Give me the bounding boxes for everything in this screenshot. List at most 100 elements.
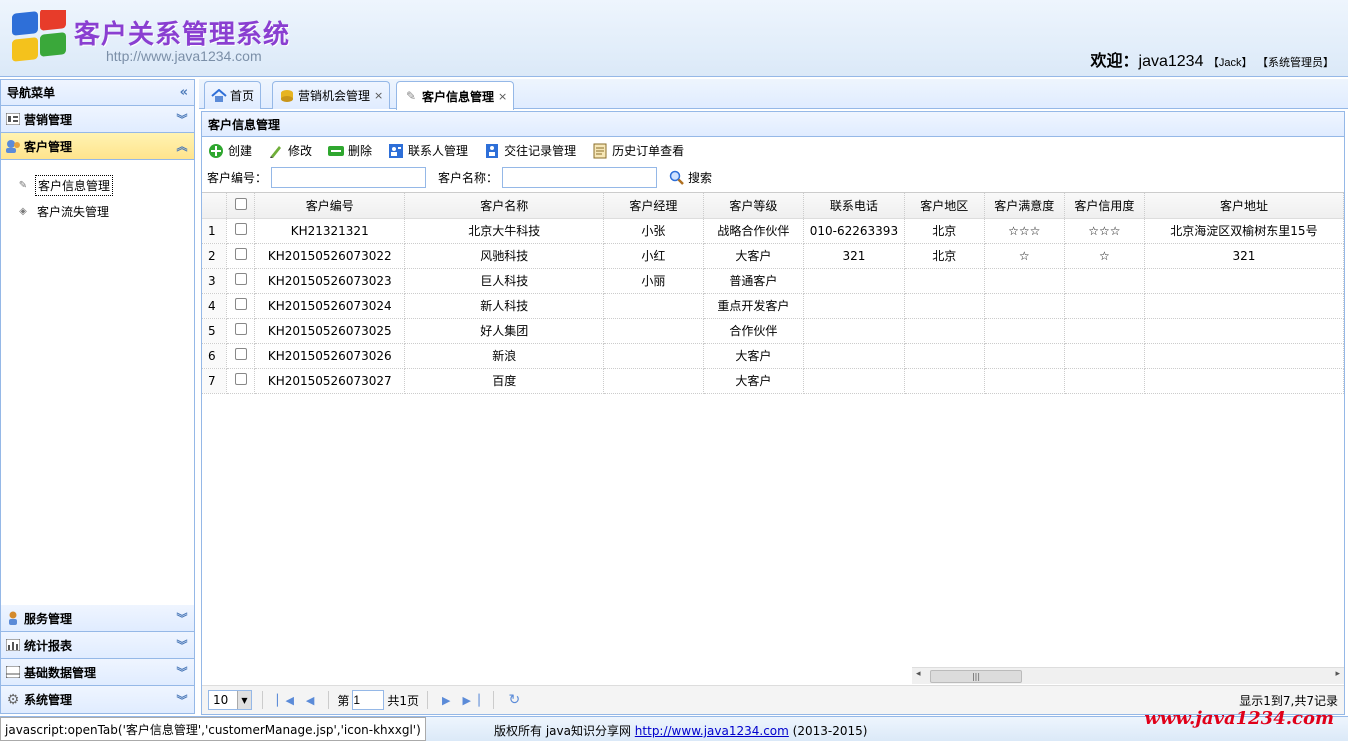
nav-item-marketing[interactable]: 营销管理 ︾ [1,106,194,133]
table-cell: KH20150526073024 [254,293,406,319]
row-checkbox[interactable] [226,343,255,369]
table-cell [803,318,905,344]
close-tab-icon[interactable]: × [498,90,507,103]
divider [328,691,330,709]
tab-marketing-opportunity[interactable]: 营销机会管理 × [272,81,391,109]
collapse-icon[interactable]: ︽ [174,138,190,154]
column-header[interactable]: 客户地区 [904,193,985,219]
table-cell: 战略合作伙伴 [703,218,805,244]
column-header[interactable]: 联系电话 [803,193,905,219]
column-header[interactable]: 客户等级 [703,193,805,219]
expand-icon[interactable]: ︾ [174,664,190,680]
select-all-checkbox[interactable] [226,193,255,219]
refresh-icon[interactable]: ↻ [508,692,520,708]
contacts-button[interactable]: 联系人管理 [388,142,468,159]
nav-item-customer[interactable]: 客户管理 ︽ [1,133,194,160]
tab-customer-info[interactable]: ✎ 客户信息管理 × [396,81,515,110]
column-header[interactable]: 客户满意度 [984,193,1065,219]
table-row[interactable]: 4 KH20150526073024 新人科技 重点开发客户 [202,293,1344,319]
nav-item-basedata[interactable]: 基础数据管理 ︾ [1,659,194,686]
table-cell: 010-62263393 [803,218,905,244]
row-checkbox[interactable] [226,368,255,394]
row-checkbox[interactable] [226,318,255,344]
row-checkbox[interactable] [226,293,255,319]
customer-name-label: 客户名称： [438,170,499,185]
table-row[interactable]: 2 KH20150526073022 风驰科技 小红 大客户 321 北京 ☆ ☆ 321 [202,243,1344,269]
row-number: 7 [202,368,228,394]
divider [262,691,263,709]
table-cell: ☆☆☆ [1064,218,1145,244]
row-number: 5 [202,318,228,344]
scroll-right-icon[interactable]: ▸ [1335,669,1340,679]
table-row[interactable]: 6 KH20150526073026 新浪 大客户 [202,343,1344,369]
table-row[interactable]: 3 KH20150526073023 巨人科技 小丽 普通客户 [202,268,1344,294]
horizontal-scrollbar[interactable]: ◂ ||| ▸ [912,667,1344,684]
username: java1234 [1138,53,1204,70]
scroll-left-icon[interactable]: ◂ [916,669,921,679]
column-header[interactable]: 客户地址 [1144,193,1344,219]
table-cell [803,368,905,394]
create-button[interactable]: 创建 [208,142,252,159]
nav-item-service[interactable]: 服务管理 ︾ [1,605,194,632]
row-checkbox[interactable] [226,218,255,244]
edit-button[interactable]: 修改 [268,142,312,159]
prev-page-icon[interactable]: ◀ [306,694,314,707]
gear-icon: ⚙ [6,691,20,708]
orders-button[interactable]: 历史订单查看 [592,142,684,159]
last-page-icon[interactable]: ▶▕ [463,694,480,707]
records-button[interactable]: 交往记录管理 [484,142,576,159]
customer-code-input[interactable] [271,166,427,188]
next-page-icon[interactable]: ▶ [442,694,450,707]
close-tab-icon[interactable]: × [374,89,383,102]
page-number-input[interactable] [352,690,385,710]
table-row[interactable]: 7 KH20150526073027 百度 大客户 [202,368,1344,394]
nav-item-system[interactable]: ⚙ 系统管理 ︾ [1,686,194,713]
column-header[interactable]: 客户编号 [254,193,406,219]
column-header[interactable]: 客户经理 [603,193,704,219]
expand-icon[interactable]: ︾ [174,610,190,626]
expand-icon[interactable]: ︾ [174,111,190,127]
table-cell [984,268,1065,294]
customer-loss-icon: ◈ [19,205,27,217]
table-row[interactable]: 1 KH21321321 北京大牛科技 小张 战略合作伙伴 010-62263393 北京 ☆… [202,218,1344,244]
status-bar: javascript:openTab('客户信息管理','customerMan… [0,717,426,741]
table-cell: KH20150526073026 [254,343,406,369]
panel-title: 客户信息管理 [202,112,1344,137]
expand-icon[interactable]: ︾ [174,637,190,653]
row-number: 2 [202,243,228,269]
row-checkbox[interactable] [226,268,255,294]
site-link[interactable]: http://www.java1234.com [635,724,789,738]
table-cell [603,318,704,344]
customer-grid: 客户编号 客户名称 客户经理 客户等级 联系电话 客户地区 客户满意度 客户信用… [202,192,1344,686]
customer-submenu: ✎ 客户信息管理 ◈ 客户流失管理 [1,160,194,605]
table-cell [904,368,985,394]
column-header[interactable]: 客户名称 [404,193,605,219]
toolbar: 创建 修改 删除 联系人管理 交往记录管理 历史订单查看 [202,137,1344,164]
table-row[interactable]: 5 KH20150526073025 好人集团 合作伙伴 [202,318,1344,344]
table-cell: 新人科技 [404,293,605,319]
first-page-icon[interactable]: ▏◀ [277,694,294,707]
remove-icon [328,143,345,159]
app-header: 客户关系管理系统 http://www.java1234.com 欢迎：java… [0,0,1348,77]
scrollbar-thumb[interactable]: ||| [930,670,1022,683]
customer-info-icon: ✎ [18,179,28,191]
nav-item-reports[interactable]: 统计报表 ︾ [1,632,194,659]
submenu-customer-info[interactable]: ✎ 客户信息管理 [15,172,194,198]
search-button[interactable]: 搜索 [669,169,712,186]
welcome-label: 欢迎： [1090,53,1139,70]
document-icon [592,143,608,159]
tab-bar: 首页 营销机会管理 × ✎ 客户信息管理 × [199,79,1348,110]
page-size-select[interactable]: 10 ▼ [208,690,252,710]
row-checkbox[interactable] [226,243,255,269]
column-header[interactable]: 客户信用度 [1064,193,1145,219]
submenu-customer-loss[interactable]: ◈ 客户流失管理 [15,198,194,224]
delete-button[interactable]: 删除 [328,142,372,159]
table-cell [1144,368,1344,394]
table-cell [1064,343,1145,369]
collapse-panel-icon[interactable]: « [180,85,188,100]
table-cell [803,268,905,294]
expand-icon[interactable]: ︾ [174,692,190,708]
customer-name-input[interactable] [502,166,658,188]
table-cell: 小丽 [603,268,704,294]
tab-home[interactable]: 首页 [204,81,262,109]
